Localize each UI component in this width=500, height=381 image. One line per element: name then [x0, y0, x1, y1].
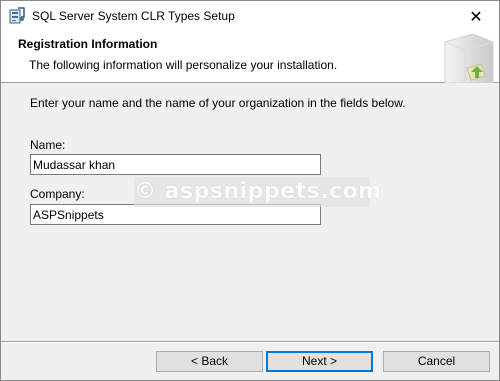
setup-dialog: SQL Server System CLR Types Setup ✕ Regi… [0, 0, 500, 381]
title-bar: SQL Server System CLR Types Setup ✕ [1, 1, 499, 32]
watermark: © aspsnippets.com [134, 177, 381, 207]
close-icon: ✕ [469, 8, 483, 26]
setup-app-icon [9, 7, 25, 24]
next-button[interactable]: Next > [266, 351, 373, 372]
page-subtitle: The following information will personali… [29, 58, 338, 72]
back-button[interactable]: < Back [156, 351, 263, 372]
name-field[interactable] [30, 154, 321, 175]
company-field[interactable] [30, 204, 321, 225]
name-label: Name: [30, 138, 66, 152]
instruction-text: Enter your name and the name of your org… [30, 96, 406, 110]
header-banner: Registration Information The following i… [1, 32, 499, 83]
window-title: SQL Server System CLR Types Setup [32, 9, 235, 23]
cancel-button[interactable]: Cancel [383, 351, 490, 372]
page-title: Registration Information [18, 37, 158, 51]
server-box-graphic [444, 33, 494, 83]
footer-separator [1, 341, 499, 343]
company-label: Company: [30, 187, 85, 201]
close-button[interactable]: ✕ [453, 1, 499, 32]
